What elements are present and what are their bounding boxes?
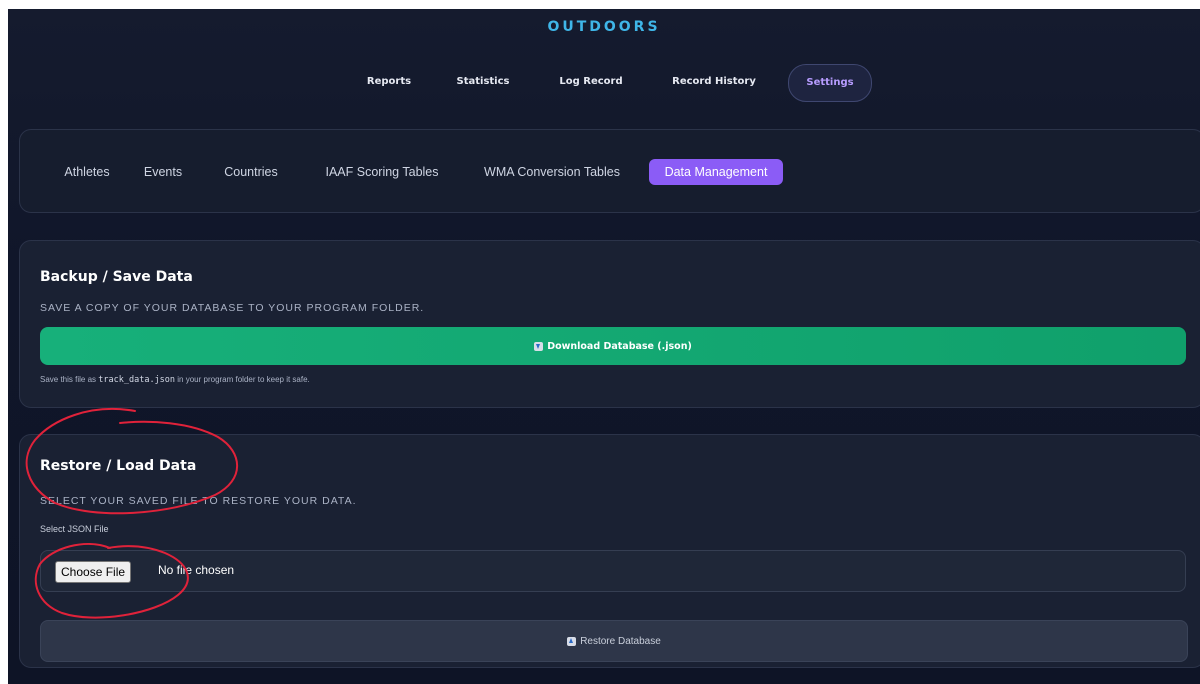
- tab-countries[interactable]: Countries: [214, 159, 288, 185]
- settings-tab-bar: Athletes Events Countries IAAF Scoring T…: [19, 129, 1200, 213]
- backup-subtitle: SAVE A COPY OF YOUR DATABASE TO YOUR PRO…: [40, 302, 425, 314]
- choose-file-button[interactable]: Choose File: [55, 561, 132, 583]
- backup-note-filename: track_data.json: [98, 375, 176, 385]
- tab-events[interactable]: Events: [134, 159, 192, 185]
- file-input: Choose File No file chosen: [40, 550, 1186, 592]
- screen-left-edge: [0, 0, 8, 684]
- backup-card: Backup / Save Data SAVE A COPY OF YOUR D…: [19, 240, 1200, 408]
- tab-iaaf-scoring-tables[interactable]: IAAF Scoring Tables: [312, 159, 452, 185]
- restore-title: Restore / Load Data: [40, 458, 197, 474]
- app-brand-title: OUTDOORS: [547, 19, 661, 35]
- backup-note-prefix: Save this file as: [40, 375, 97, 384]
- restore-database-button[interactable]: Restore Database: [40, 620, 1188, 662]
- tab-data-management[interactable]: Data Management: [649, 159, 783, 185]
- tab-wma-conversion-tables[interactable]: WMA Conversion Tables: [472, 159, 632, 185]
- backup-note-suffix: in your program folder to keep it safe.: [177, 375, 310, 384]
- download-icon: [534, 341, 544, 351]
- backup-note: Save this file as track_data.json in you…: [40, 375, 310, 385]
- restore-subtitle: SELECT YOUR SAVED FILE TO RESTORE YOUR D…: [40, 495, 357, 507]
- nav-statistics[interactable]: Statistics: [446, 64, 520, 100]
- download-database-label: Download Database (.json): [547, 340, 692, 352]
- screen-top-edge: [0, 0, 1200, 9]
- tab-athletes[interactable]: Athletes: [52, 159, 122, 185]
- app-window: OUTDOORS Reports Statistics Log Record R…: [8, 9, 1200, 684]
- nav-record-history[interactable]: Record History: [664, 64, 764, 100]
- file-input-label: Select JSON File: [40, 524, 109, 534]
- restore-card: Restore / Load Data SELECT YOUR SAVED FI…: [19, 434, 1200, 668]
- upload-icon: [567, 636, 577, 646]
- download-database-button[interactable]: Download Database (.json): [40, 327, 1186, 365]
- backup-title: Backup / Save Data: [40, 269, 193, 285]
- file-status-text: No file chosen: [158, 563, 235, 577]
- nav-reports[interactable]: Reports: [353, 64, 425, 100]
- nav-settings[interactable]: Settings: [788, 64, 872, 102]
- nav-log-record[interactable]: Log Record: [550, 64, 632, 100]
- main-nav: Reports Statistics Log Record Record His…: [8, 64, 1200, 102]
- restore-database-label: Restore Database: [580, 635, 661, 647]
